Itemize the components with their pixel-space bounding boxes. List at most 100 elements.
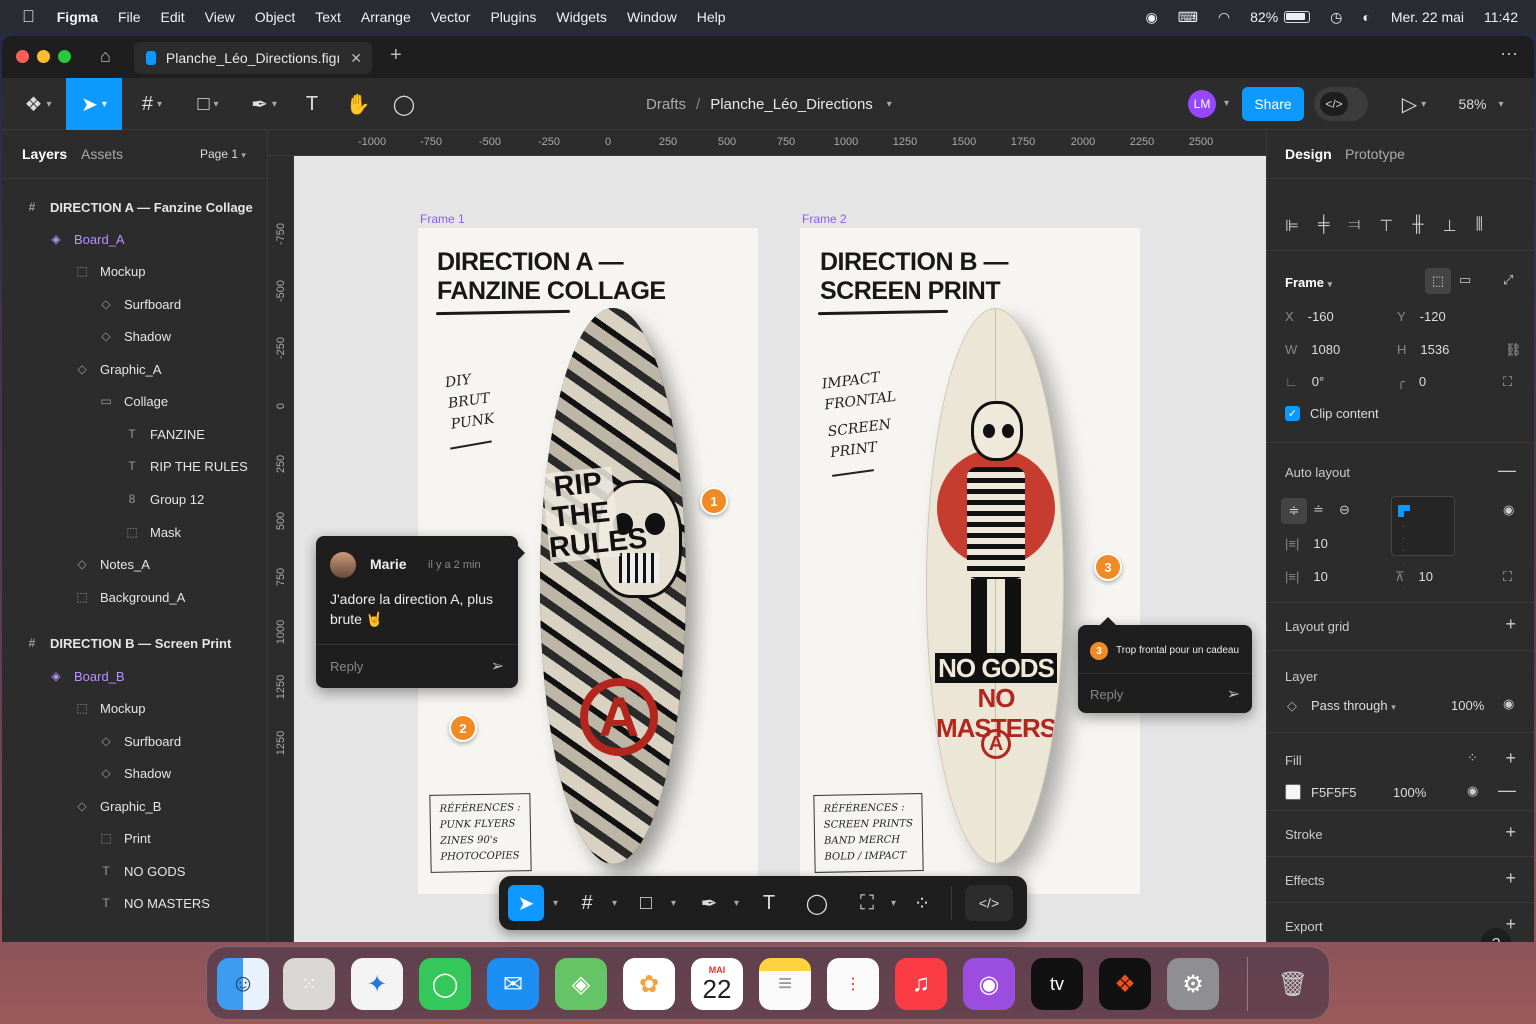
- present-button[interactable]: ▷ ▾: [1394, 78, 1434, 130]
- blend-mode-dropdown[interactable]: Pass through ▾: [1311, 698, 1396, 713]
- battery-status[interactable]: 82%: [1250, 9, 1311, 25]
- menu-app-name[interactable]: Figma: [57, 9, 98, 25]
- fill-hex-value[interactable]: F5F5F5: [1311, 785, 1357, 800]
- layer-row[interactable]: # DIRECTION B — Screen Print: [24, 628, 232, 658]
- avatar[interactable]: LM: [1188, 90, 1216, 118]
- remove-auto-layout-icon[interactable]: —: [1498, 460, 1516, 481]
- chevron-down-icon[interactable]: ▾: [671, 898, 676, 909]
- menu-object[interactable]: Object: [255, 9, 295, 25]
- alignment-grid[interactable]: · · · · · ·: [1391, 496, 1455, 591]
- layer-row[interactable]: ⬚ Mockup: [74, 256, 145, 286]
- chevron-down-icon[interactable]: ▾: [612, 898, 617, 909]
- width-field[interactable]: W 1080: [1285, 342, 1340, 357]
- menu-view[interactable]: View: [205, 9, 235, 25]
- styles-icon[interactable]: ⁘: [1467, 750, 1478, 766]
- move-tool-button[interactable]: ➤: [508, 885, 544, 921]
- comment-thread-1[interactable]: Marie il y a 2 min J'adore la direction …: [316, 536, 525, 688]
- vertical-layout-icon[interactable]: ≑: [1281, 498, 1307, 524]
- menu-text[interactable]: Text: [315, 9, 341, 25]
- frame-2-label[interactable]: Frame 2: [802, 212, 847, 226]
- minimize-window-button[interactable]: [37, 50, 50, 63]
- chevron-down-icon[interactable]: ▾: [891, 898, 896, 909]
- eye-icon[interactable]: ◉: [1503, 502, 1514, 518]
- reminders-icon[interactable]: ⋮: [827, 958, 879, 1010]
- align-top-icon[interactable]: ⊤: [1379, 216, 1393, 236]
- align-left-icon[interactable]: ⊫: [1285, 216, 1299, 236]
- remove-fill-icon[interactable]: —: [1498, 780, 1516, 801]
- keyboard-icon[interactable]: ⌨: [1178, 9, 1198, 26]
- layer-row[interactable]: 8 Group 12: [124, 484, 205, 514]
- layer-row[interactable]: ◇ Graphic_B: [74, 791, 161, 821]
- breadcrumb-file-name[interactable]: Planche_Léo_Directions: [710, 96, 873, 113]
- chevron-down-icon[interactable]: ▾: [887, 99, 892, 110]
- x-field[interactable]: X -160: [1285, 309, 1334, 324]
- text-tool-button[interactable]: T: [751, 885, 787, 921]
- podcasts-icon[interactable]: ◉: [963, 958, 1015, 1010]
- components-button[interactable]: ⁘: [904, 885, 940, 921]
- align-bottom-icon[interactable]: ⊥: [1443, 216, 1457, 236]
- pen-tool-button[interactable]: ✒ ▾: [242, 78, 286, 130]
- layer-row[interactable]: ⬚ Print: [98, 823, 150, 853]
- layer-row[interactable]: ◈ Board_A: [48, 224, 124, 254]
- layer-row[interactable]: ▭ Collage: [98, 386, 168, 416]
- menu-arrange[interactable]: Arrange: [361, 9, 411, 25]
- fixed-size-icon[interactable]: ⬚: [1425, 268, 1451, 294]
- eye-icon[interactable]: ◉: [1503, 696, 1514, 712]
- menu-file[interactable]: File: [118, 9, 141, 25]
- layer-row[interactable]: ◇ Graphic_A: [74, 354, 161, 384]
- chevron-down-icon[interactable]: ▾: [734, 898, 739, 909]
- reply-input[interactable]: Reply: [1090, 687, 1123, 702]
- canvas[interactable]: Frame 1 Frame 2 DIRECTION A — FANZINE CO…: [294, 156, 1266, 942]
- constrain-proportions-icon[interactable]: ⛓: [1505, 342, 1522, 358]
- layer-row[interactable]: ◇ Surfboard: [98, 289, 181, 319]
- layer-row[interactable]: ◇ Shadow: [98, 321, 171, 351]
- independent-padding-icon[interactable]: ⛶: [1503, 569, 1512, 585]
- landscape-icon[interactable]: ▭: [1459, 272, 1471, 288]
- calendar-icon[interactable]: MAI 22: [691, 958, 743, 1010]
- messages-icon[interactable]: ◯: [419, 958, 471, 1010]
- notes-icon[interactable]: ≡: [759, 958, 811, 1010]
- frame-tool-button[interactable]: #: [569, 885, 605, 921]
- menu-vector[interactable]: Vector: [431, 9, 471, 25]
- layer-row[interactable]: ⬚ Background_A: [74, 582, 185, 612]
- height-field[interactable]: H 1536: [1397, 342, 1449, 357]
- hand-tool-button[interactable]: ✋: [342, 78, 374, 130]
- photos-icon[interactable]: ✿: [623, 958, 675, 1010]
- menu-edit[interactable]: Edit: [161, 9, 185, 25]
- zoom-dropdown[interactable]: 58% ▾: [1448, 78, 1514, 130]
- more-options-icon[interactable]: ⋯: [1500, 44, 1518, 65]
- dev-mode-button[interactable]: </>: [965, 885, 1013, 921]
- layer-row[interactable]: ⬚ Mockup: [74, 693, 145, 723]
- tab-assets[interactable]: Assets: [81, 146, 123, 162]
- launchpad-icon[interactable]: ⁙: [283, 958, 335, 1010]
- layer-row[interactable]: ◇ Notes_A: [74, 549, 150, 579]
- wrap-layout-icon[interactable]: ⊖: [1339, 502, 1350, 518]
- close-tab-icon[interactable]: ✕: [350, 50, 362, 67]
- comment-pin-2[interactable]: 2: [449, 714, 477, 742]
- zoom-window-button[interactable]: [58, 50, 71, 63]
- system-settings-icon[interactable]: ⚙: [1167, 958, 1219, 1010]
- resize-icon[interactable]: ⤢: [1503, 272, 1513, 288]
- page-selector[interactable]: Page 1 ▾: [200, 147, 246, 161]
- clip-content-checkbox[interactable]: ✓ Clip content: [1285, 406, 1379, 421]
- shape-tool-button[interactable]: □ ▾: [186, 78, 230, 130]
- fill-opacity-value[interactable]: 100%: [1393, 785, 1426, 800]
- breadcrumb-drafts[interactable]: Drafts: [646, 96, 686, 113]
- align-middle-v-icon[interactable]: ╫: [1412, 216, 1423, 236]
- independent-corners-icon[interactable]: ⛶: [1503, 374, 1512, 390]
- figma-status-icon[interactable]: ◉: [1145, 9, 1157, 26]
- new-tab-icon[interactable]: +: [390, 44, 402, 67]
- spacing-field[interactable]: |≡| 10: [1285, 536, 1328, 551]
- apple-icon[interactable]: : [22, 7, 35, 27]
- file-tab[interactable]: Planche_Léo_Directions.figı ✕: [134, 42, 372, 74]
- add-fill-icon[interactable]: +: [1505, 748, 1516, 769]
- horizontal-layout-icon[interactable]: ≐: [1313, 502, 1324, 518]
- pen-tool-button[interactable]: ✒: [691, 885, 727, 921]
- distribute-icon[interactable]: ⫼: [1476, 216, 1483, 236]
- padding-h-field[interactable]: |≡| 10: [1285, 569, 1328, 584]
- mail-icon[interactable]: ✉: [487, 958, 539, 1010]
- layer-row[interactable]: T NO GODS: [98, 856, 185, 886]
- control-center-icon[interactable]: ◐: [1362, 9, 1370, 25]
- frame-1-label[interactable]: Frame 1: [420, 212, 465, 226]
- safari-icon[interactable]: ✦: [351, 958, 403, 1010]
